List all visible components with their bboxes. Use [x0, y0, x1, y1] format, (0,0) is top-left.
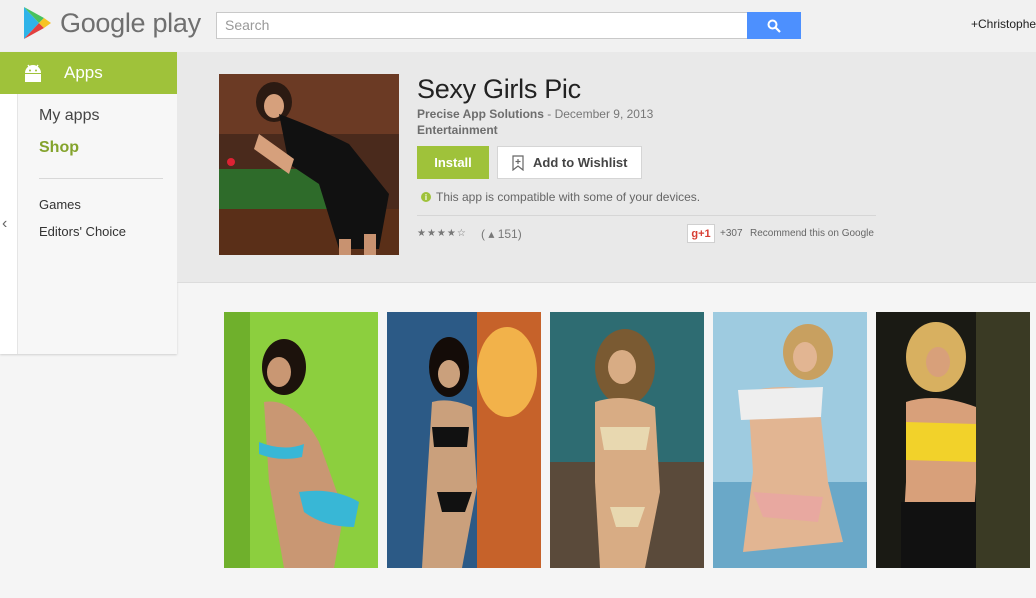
screenshot-4[interactable]	[713, 312, 867, 568]
rating-stars: ★★★★☆	[417, 228, 467, 239]
add-to-wishlist-button[interactable]: Add to Wishlist	[497, 146, 642, 179]
rating-count: ( ▴ 151)	[481, 227, 522, 241]
android-icon	[25, 64, 41, 82]
google-play-triangle-icon	[24, 7, 51, 39]
logo-text: Google play	[60, 7, 201, 38]
details-divider	[417, 215, 876, 216]
sidebar-apps-label: Apps	[64, 63, 103, 82]
app-title: Sexy Girls Pic	[417, 74, 581, 104]
screenshot-gallery	[224, 312, 1036, 568]
compatibility-text: This app is compatible with some of your…	[436, 190, 701, 204]
sidebar-apps-header[interactable]: Apps	[0, 52, 177, 94]
install-button[interactable]: Install	[417, 146, 489, 179]
screenshot-5[interactable]	[876, 312, 1030, 568]
recommend-text: Recommend this on Google	[750, 228, 874, 239]
sidebar-nav: My apps Shop Games Editors' Choice	[18, 94, 177, 354]
search-icon	[767, 19, 781, 33]
screenshot-3[interactable]	[550, 312, 704, 568]
app-meta: Precise App Solutions - December 9, 2013	[417, 107, 653, 121]
user-name-link[interactable]: +Christophe	[971, 17, 1036, 31]
developer-link[interactable]: Precise App Solutions	[417, 107, 544, 121]
google-plus-one-button[interactable]: g+1	[687, 224, 715, 243]
sidebar-item-my-apps[interactable]: My apps	[39, 107, 99, 125]
app-details: Sexy Girls Pic Precise App Solutions - D…	[177, 52, 1036, 283]
screenshot-2[interactable]	[387, 312, 541, 568]
sidebar: Apps My apps Shop Games Editors' Choice	[0, 52, 177, 354]
search-button[interactable]	[747, 12, 801, 39]
google-play-logo[interactable]: Google play	[22, 6, 201, 40]
sidebar-collapse-icon[interactable]: ‹	[2, 215, 7, 233]
release-date: - December 9, 2013	[543, 107, 654, 121]
sidebar-divider	[39, 178, 163, 179]
sidebar-item-editors-choice[interactable]: Editors' Choice	[39, 224, 126, 239]
bookmark-plus-icon	[512, 154, 524, 171]
sidebar-item-shop[interactable]: Shop	[39, 139, 79, 157]
plus-one-count: +307	[720, 228, 743, 239]
info-icon: i	[421, 192, 431, 202]
wishlist-label: Add to Wishlist	[533, 155, 628, 170]
compatibility-notice: i This app is compatible with some of yo…	[421, 190, 700, 204]
category-link[interactable]: Entertainment	[417, 123, 498, 137]
sidebar-item-games[interactable]: Games	[39, 197, 81, 212]
screenshot-1[interactable]	[224, 312, 378, 568]
search-input[interactable]: Search	[216, 12, 748, 39]
app-cover-image	[219, 74, 399, 255]
top-bar: Google play Search +Christophe	[0, 0, 1036, 52]
